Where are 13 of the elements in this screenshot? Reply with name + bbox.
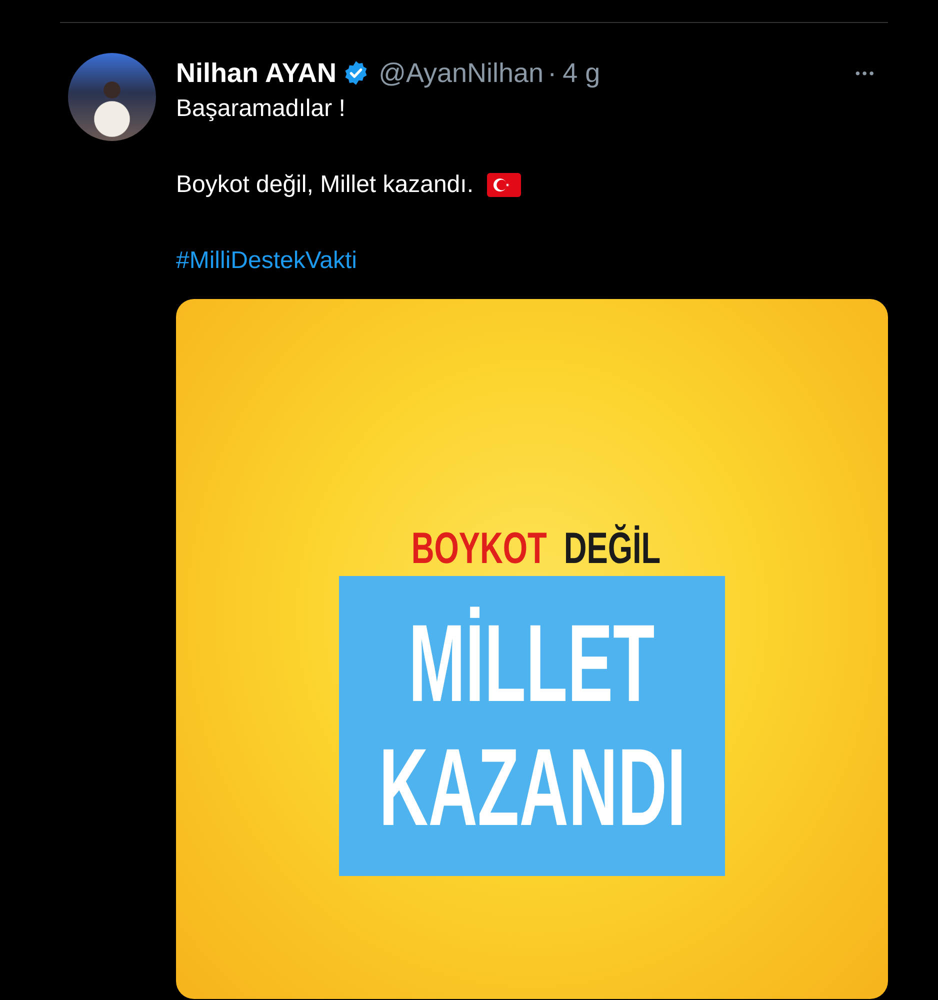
flag-icon — [487, 173, 522, 197]
post-text: Boykot değil, Millet kazandı. — [176, 171, 474, 199]
post-time: 4 g — [562, 58, 600, 88]
author-handle[interactable]: @AyanNilhan — [378, 58, 544, 88]
headline-word: BOYKOT — [411, 524, 547, 574]
poster-text: MİLLET — [408, 609, 656, 719]
more-button[interactable]: ••• — [855, 65, 888, 81]
headline-word: DEĞİL — [564, 524, 661, 574]
hashtag-link[interactable]: #MilliDestekVakti — [176, 247, 357, 275]
separator-dot: · — [548, 58, 557, 88]
post-text: Başaramadılar ! — [176, 95, 346, 123]
author-name: Nilhan AYAN — [176, 58, 337, 88]
poster-text: KAZANDI — [378, 733, 686, 843]
